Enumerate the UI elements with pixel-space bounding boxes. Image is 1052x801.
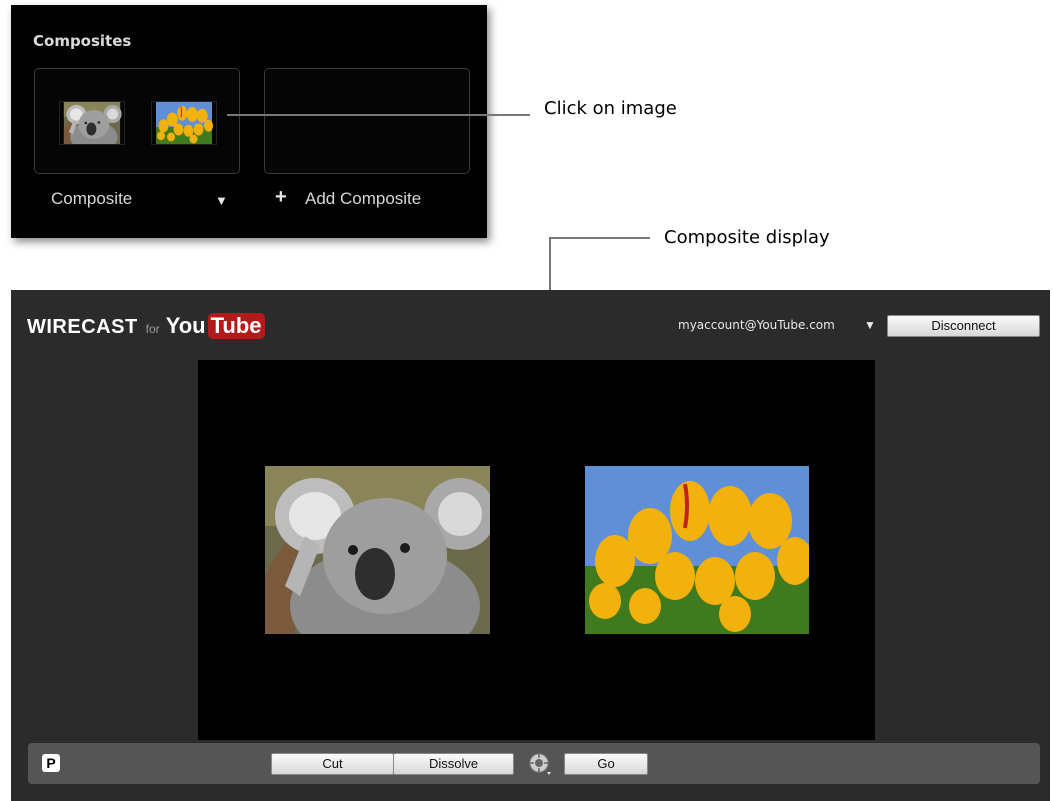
add-composite-button[interactable]: Add Composite: [305, 189, 421, 209]
control-bar: P Cut Dissolve Go: [28, 743, 1040, 784]
callout-line-display-h: [549, 237, 650, 239]
wirecast-window: WIRECAST for You Tube myaccount@YouTube.…: [11, 290, 1050, 801]
youtube-you: You: [165, 313, 206, 338]
preview-p-button[interactable]: P: [42, 754, 60, 772]
brand-for: for: [145, 322, 160, 336]
cut-button[interactable]: Cut: [271, 753, 394, 775]
callout-click-on-image: Click on image: [544, 98, 677, 119]
koala-image: [265, 466, 490, 634]
composites-title: Composites: [33, 32, 132, 50]
wirecast-logo: WIRECAST for You Tube: [27, 313, 265, 339]
tulip-image: [585, 466, 809, 634]
composite-slot-1[interactable]: [34, 68, 240, 174]
composite-slot-empty[interactable]: [264, 68, 470, 174]
callout-composite-display: Composite display: [664, 227, 830, 248]
disconnect-button[interactable]: Disconnect: [887, 315, 1040, 337]
brand-wirecast: WIRECAST: [27, 316, 138, 338]
account-chevron-down-icon[interactable]: ▼: [864, 318, 876, 332]
dissolve-button[interactable]: Dissolve: [393, 753, 514, 775]
youtube-tube: Tube: [207, 313, 265, 339]
composites-panel: Composites Composite ▼ + Add Composite: [11, 5, 487, 238]
chevron-down-icon[interactable]: ▼: [215, 193, 228, 208]
callout-line-click: [227, 114, 530, 116]
tulip-thumbnail[interactable]: [151, 101, 217, 145]
go-button[interactable]: Go: [564, 753, 648, 775]
account-email[interactable]: myaccount@YouTube.com: [678, 318, 835, 332]
koala-thumbnail[interactable]: [59, 101, 125, 145]
plus-icon[interactable]: +: [275, 186, 287, 209]
transition-icon[interactable]: [528, 752, 552, 776]
composite-select-label[interactable]: Composite: [51, 189, 132, 209]
composite-display: [198, 360, 875, 740]
